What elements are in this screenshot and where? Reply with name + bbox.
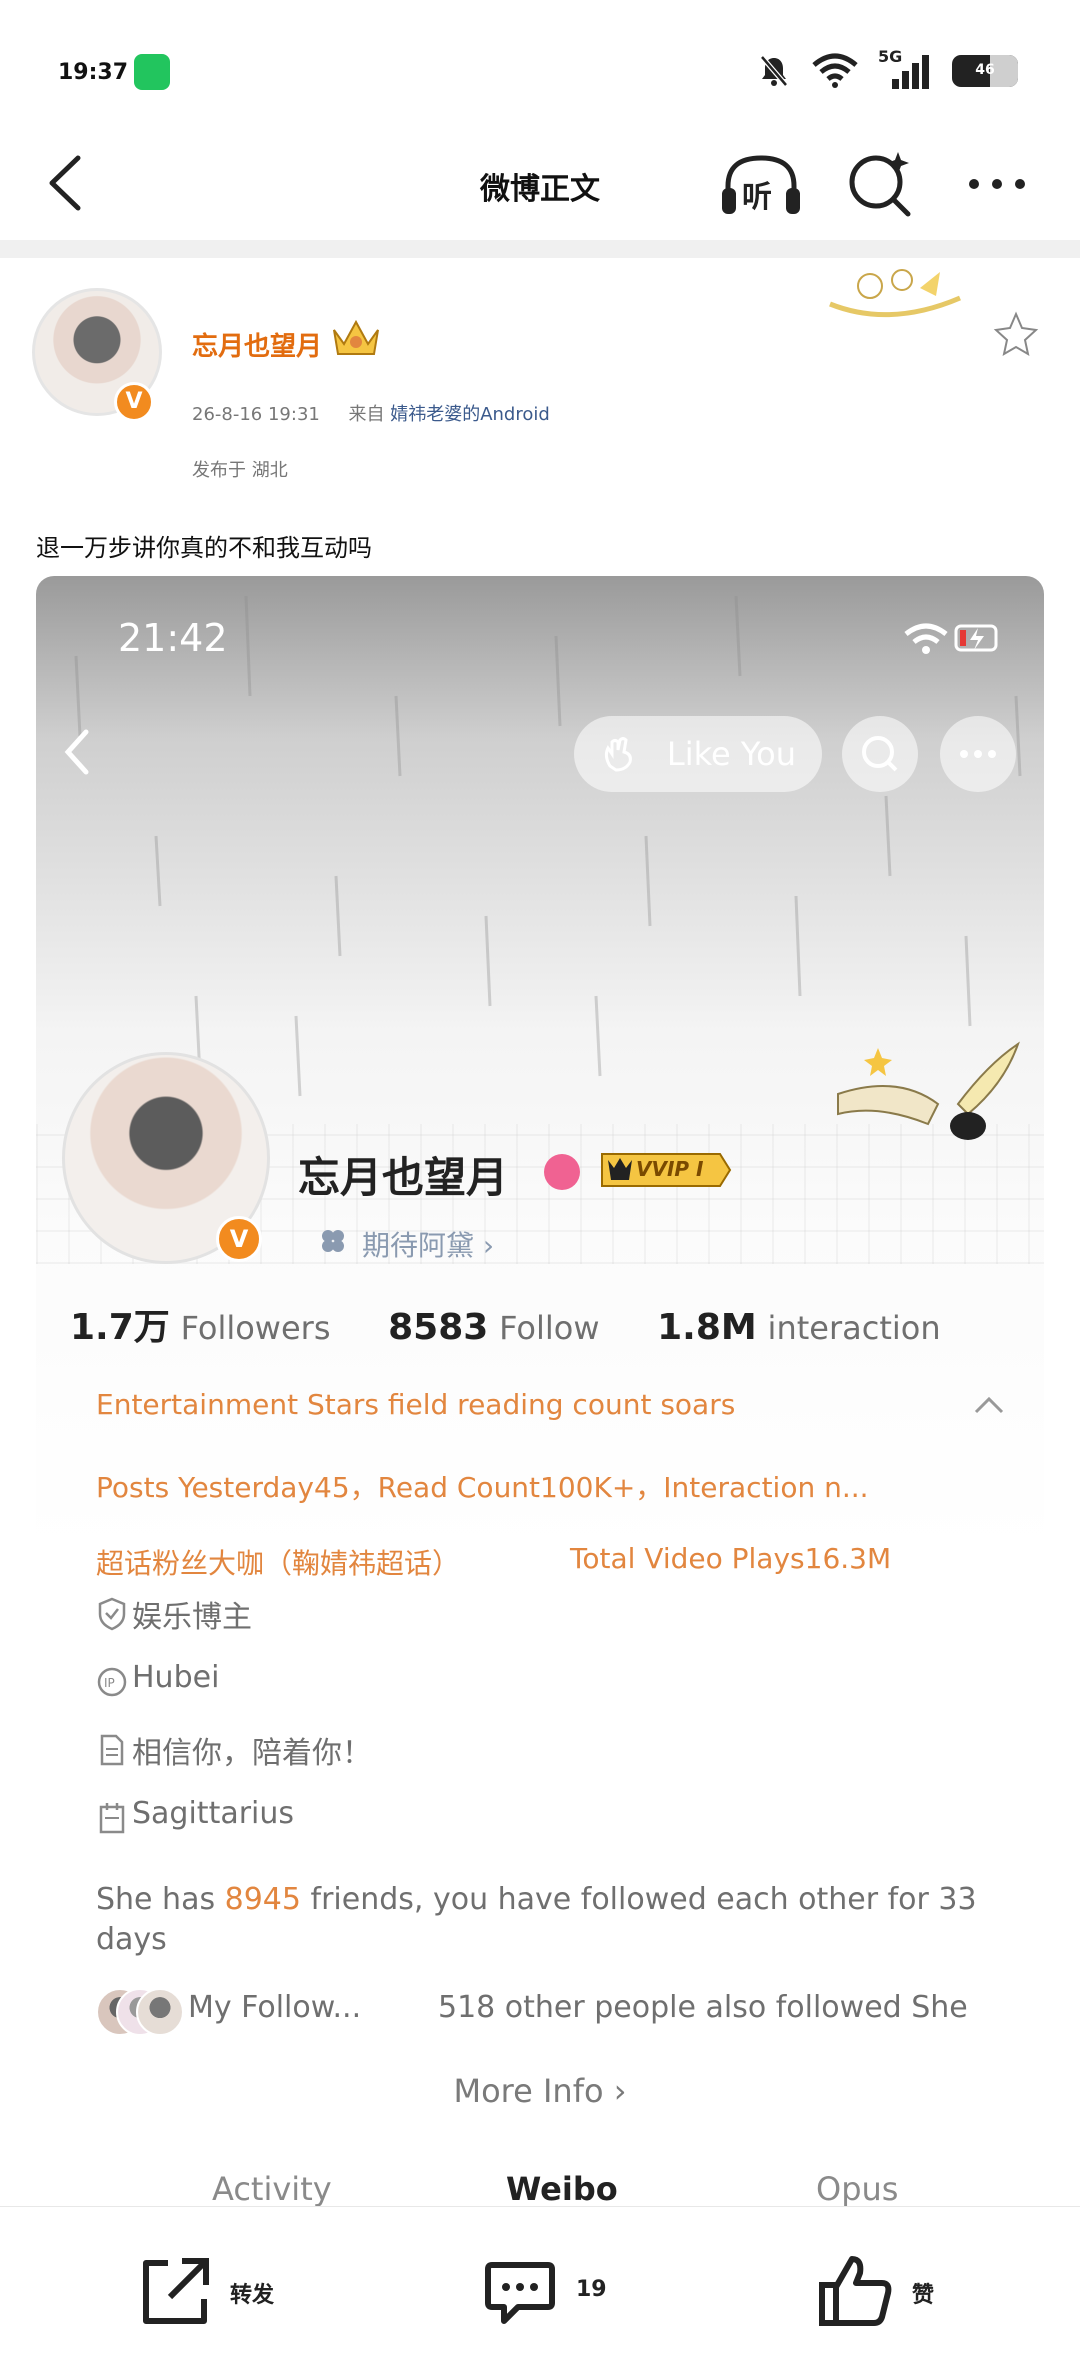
tab-weibo: Weibo (506, 2170, 618, 2206)
embedded-status-icons (904, 623, 998, 654)
chevron-up-icon (974, 1396, 1004, 1414)
comment-count: 19 (576, 2277, 607, 2302)
tab-activity: Activity (212, 2170, 332, 2206)
app-notification-icon (134, 54, 170, 90)
user-name[interactable]: 忘月也望月 (192, 326, 322, 363)
info-ip: Hubei (132, 1660, 220, 1695)
like-button[interactable]: 赞 (816, 2251, 1016, 2331)
friends-count: 8945 (224, 1882, 301, 1917)
section-divider (0, 240, 1080, 258)
svg-text:IP: IP (104, 1676, 115, 1690)
vvip-badge: VVIP I (598, 1150, 732, 1190)
shield-check-icon (98, 1597, 126, 1631)
clover-icon (322, 1230, 344, 1252)
page-title: 微博正文 (480, 172, 600, 207)
post-header: V 忘月也望月 26-8-16 19:31 来自 婧祎老婆的Android 发布… (0, 258, 1080, 518)
hand-icon (604, 737, 632, 772)
document-icon (100, 1734, 124, 1766)
mutual-follow-avatars (96, 1988, 184, 2038)
listen-label: 听 (742, 180, 772, 215)
embedded-profile-image[interactable]: 21:42 Like You V 忘月也望月 VVIP I 期待阿黛 › 1.7… (36, 576, 1044, 2206)
flower-decoration-icon (829, 269, 1039, 357)
post-date: 26-8-16 19:31 (192, 404, 320, 425)
ip-location-icon: IP (97, 1667, 127, 1697)
battery-icon: 46 (952, 55, 1018, 87)
bottom-action-bar: 转发 19 赞 (0, 2206, 1080, 2372)
sparkle-search-icon[interactable] (842, 146, 918, 222)
interaction-count: 1.8M (657, 1307, 757, 1348)
info-bio: 相信你，陪着你！ (132, 1736, 372, 1771)
embedded-verified-badge-icon: V (216, 1216, 262, 1262)
signal-icon: 5G (878, 47, 934, 91)
like-you-label: Like You (666, 735, 796, 773)
top-nav-bar: 微博正文 听 (0, 130, 1080, 240)
others-followed-text: 518 other people also followed She (438, 1990, 968, 2025)
embedded-profile-name: 忘月也望月 (298, 1153, 509, 1202)
interaction-label: interaction (767, 1309, 941, 1347)
followers-label: Followers (180, 1309, 331, 1347)
status-icons: 5G 46 (756, 47, 1018, 94)
comment-icon (485, 2262, 555, 2324)
embedded-search-icon (842, 716, 918, 792)
highlight-reading-count: Entertainment Stars field reading count … (96, 1388, 736, 1421)
like-you-button: Like You (574, 716, 822, 792)
quill-decoration-icon (837, 1041, 1020, 1140)
my-follow-text: My Follow... (188, 1990, 362, 2025)
from-prefix: 来自 (348, 404, 385, 425)
tab-opus: Opus (816, 2170, 899, 2206)
status-time: 19:37 (58, 60, 129, 85)
post-meta: 26-8-16 19:31 来自 婧祎老婆的Android (192, 400, 550, 426)
embedded-topic: 期待阿黛 › (362, 1229, 495, 1262)
repost-label: 转发 (230, 2283, 275, 2308)
follow-label: Follow (499, 1309, 600, 1347)
status-bar: 19:37 5G 46 (0, 0, 1080, 130)
friends-summary: She has 8945 friends, you have followed … (96, 1882, 977, 1957)
more-dots-icon[interactable] (962, 154, 1032, 214)
like-label: 赞 (912, 2283, 935, 2308)
mute-bell-icon (760, 55, 788, 87)
post-location: 发布于 湖北 (192, 460, 288, 481)
info-role: 娱乐博主 (132, 1600, 252, 1635)
embedded-status-time: 21:42 (118, 616, 228, 660)
vvip-label: VVIP I (636, 1157, 704, 1181)
follow-count: 8583 (388, 1307, 489, 1348)
crown-badge-icon (333, 319, 379, 355)
info-sign: Sagittarius (132, 1796, 295, 1831)
wifi-icon (812, 53, 858, 88)
calendar-icon (99, 1803, 125, 1834)
highlight-video-plays: Total Video Plays16.3M (570, 1542, 892, 1575)
listen-button[interactable]: 听 (718, 150, 804, 220)
more-info-link: More Info › (453, 2072, 627, 2110)
profile-stats: 1.7万 Followers 8583 Follow 1.8M interact… (70, 1298, 941, 1350)
share-icon (143, 2258, 209, 2324)
battery-level: 46 (975, 62, 995, 78)
highlight-posts-yesterday: Posts Yesterday45，Read Count100K+，Intera… (96, 1471, 869, 1504)
followers-count: 1.7万 (70, 1307, 170, 1348)
pink-badge-icon (544, 1154, 580, 1190)
comment-button[interactable]: 19 (480, 2251, 680, 2331)
thumbs-up-icon (819, 2256, 892, 2326)
highlight-super-topic: 超话粉丝大咖（鞠婧祎超话） (96, 1547, 461, 1580)
repost-button[interactable]: 转发 (134, 2251, 334, 2331)
post-source[interactable]: 婧祎老婆的Android (390, 404, 550, 425)
embedded-back-icon (64, 729, 89, 775)
embedded-more-icon (940, 716, 1016, 792)
post-text: 退一万步讲你真的不和我互动吗 (36, 534, 372, 562)
verified-badge-icon: V (114, 382, 154, 422)
